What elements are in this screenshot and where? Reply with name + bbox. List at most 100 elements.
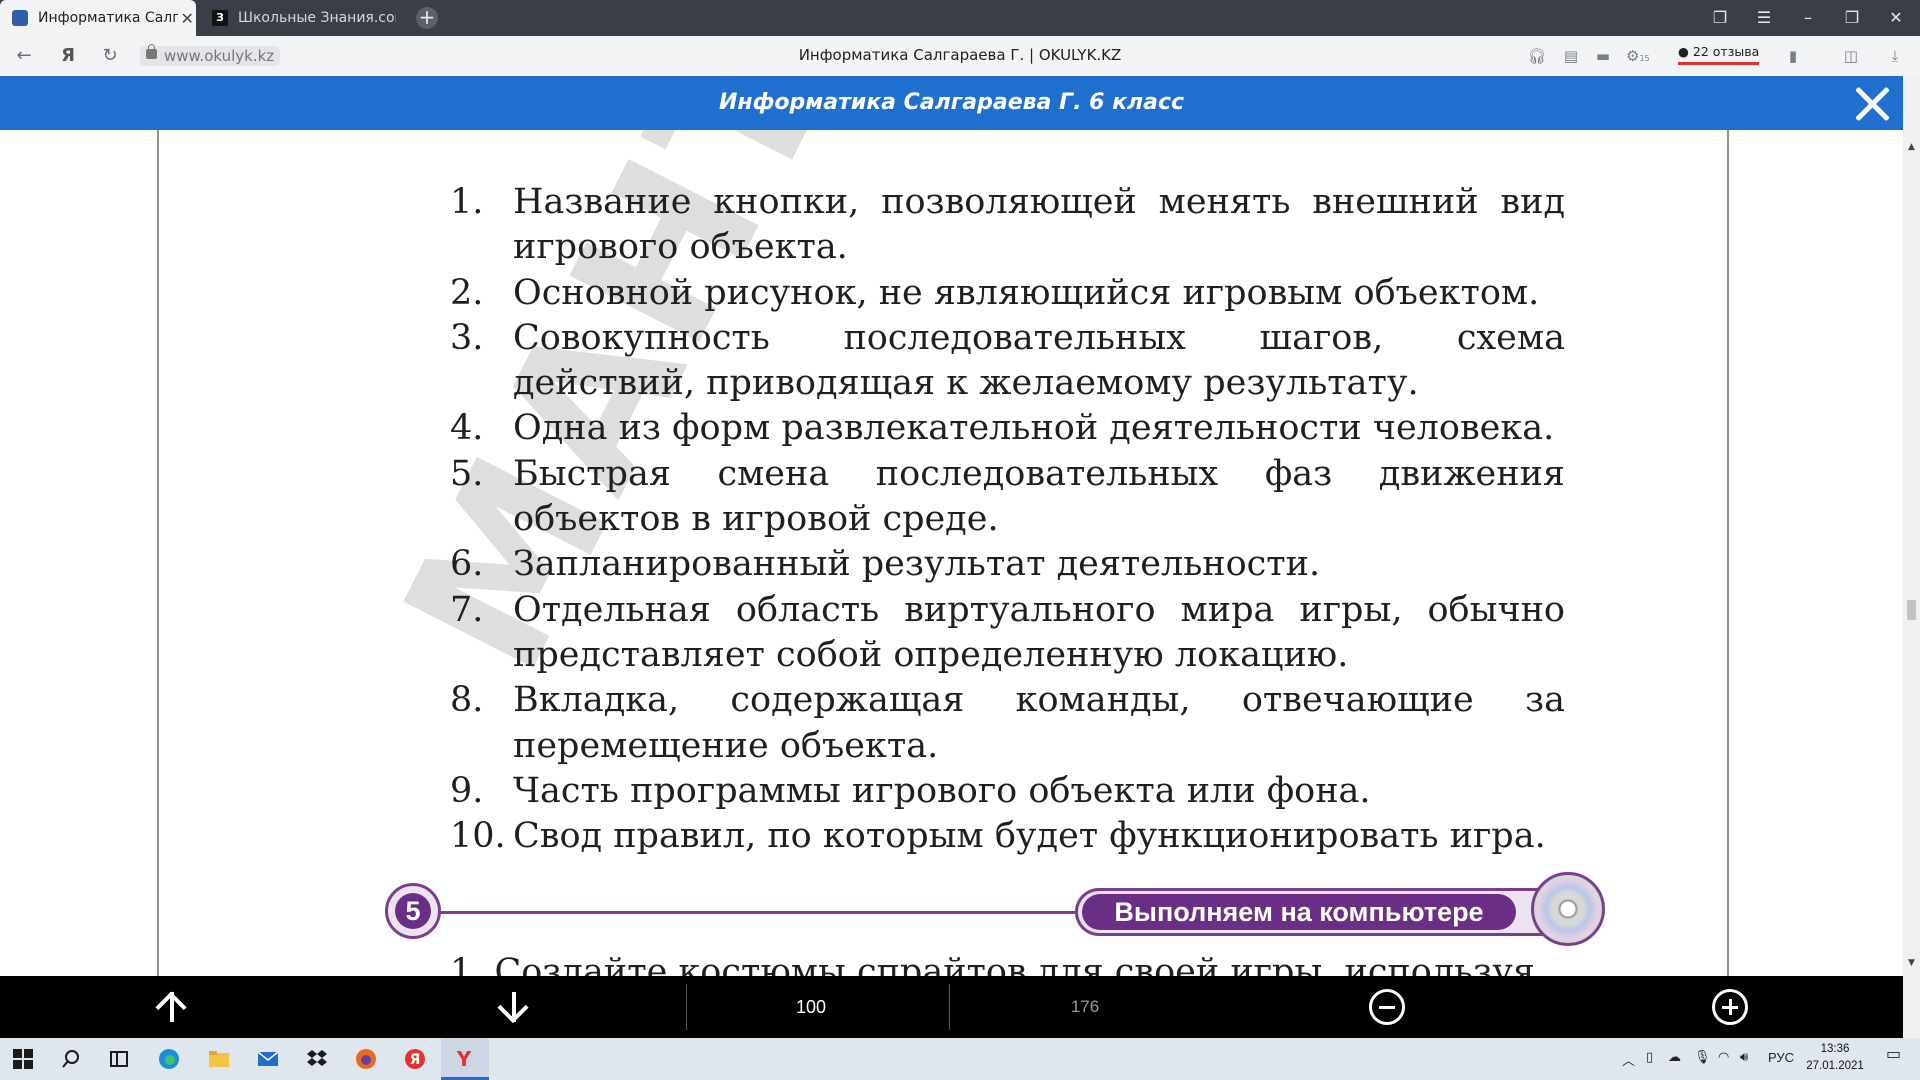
zoom-out-icon[interactable] [1369, 989, 1405, 1025]
scroll-thumb[interactable] [1907, 600, 1916, 620]
scrollbar[interactable]: ▲ ▼ [1903, 76, 1920, 1038]
tabs-overview-icon[interactable]: ❐ [1698, 0, 1742, 36]
search-button[interactable] [48, 1038, 94, 1080]
taskbar-yandex[interactable]: Я [392, 1038, 438, 1080]
reviews-label: 22 отзыва [1692, 44, 1760, 59]
yandex-logo-icon[interactable]: Я [56, 44, 80, 68]
url-text: www.okulyk.kz [164, 47, 275, 65]
show-hidden-icons-icon[interactable]: ︿ [1622, 1050, 1635, 1069]
notifications-icon[interactable]: ▭ [1886, 1044, 1901, 1063]
definition-item: 6. Запланированный результат деятельности… [450, 542, 1565, 587]
section-number: 5 [395, 893, 431, 929]
language-indicator[interactable]: РУС [1768, 1050, 1794, 1065]
scroll-down-icon[interactable]: ▼ [1903, 958, 1920, 968]
tab-title: Информатика Салгарае [38, 10, 179, 26]
taskbar-edge[interactable] [146, 1038, 192, 1080]
yandex-browser-icon: Y [456, 1048, 472, 1070]
definition-number: 7. [450, 589, 484, 630]
extension-icon[interactable]: ⚙15 [1626, 45, 1650, 67]
definition-item: 4. Одна из форм развлекательной деятельно… [450, 406, 1565, 451]
firefox-icon [356, 1049, 376, 1069]
svg-text:Я: Я [410, 1052, 421, 1068]
section-title: Выполняем на компьютере [1114, 897, 1484, 927]
definition-number: 8. [450, 680, 484, 721]
tab-znania[interactable]: З Школьные Знания.com - I [200, 0, 396, 36]
close-viewer-icon[interactable] [1852, 84, 1892, 124]
definition-text: Часть программы игрового объекта или фон… [513, 770, 1371, 811]
next-task-line: 1. Создайте костюмы спрайтов для своей и… [450, 952, 1535, 976]
definition-item: 2. Основной рисунок, не являющийся игровы… [450, 271, 1565, 316]
task-view-button[interactable] [96, 1038, 142, 1080]
section-banner-fill: Выполняем на компьютере [1082, 894, 1516, 930]
start-button[interactable] [0, 1038, 46, 1080]
zoom-in-icon[interactable] [1712, 989, 1748, 1025]
viewer-toolbar: 100 176 [0, 976, 1903, 1038]
microphone-icon[interactable]: 🎙︎ [1694, 1050, 1711, 1065]
close-tab-icon[interactable]: ✕ [178, 9, 196, 28]
taskbar-dropbox[interactable] [294, 1038, 340, 1080]
task-view-icon [110, 1051, 128, 1067]
definition-number: 10. [450, 816, 506, 857]
scroll-up-icon[interactable]: ▲ [1903, 142, 1920, 152]
lock-icon [146, 44, 157, 59]
previous-page-arrow-icon[interactable] [152, 976, 192, 1038]
reader-mode-icon[interactable]: ▤ [1560, 45, 1582, 67]
definition-item: 1. Название кнопки, позволяющей менять вн… [450, 180, 1565, 271]
definition-number: 1. [450, 182, 484, 222]
taskbar-firefox[interactable] [343, 1038, 389, 1080]
tab-title: Школьные Знания.com - I [238, 10, 396, 26]
book-viewer: МАНТИВЭ 1. Название кнопки, позволяющей м… [0, 130, 1903, 976]
znania-favicon-icon: З [212, 10, 228, 26]
reviews-badge[interactable]: ● 22 отзыва [1678, 44, 1760, 65]
onedrive-icon[interactable]: ☁ [1668, 1050, 1681, 1065]
reload-icon[interactable]: ↻ [98, 44, 122, 68]
volume-icon[interactable]: 🔊︎ [1740, 1050, 1748, 1065]
taskbar-explorer[interactable] [196, 1038, 242, 1080]
device-icon[interactable]: ▯ [1646, 1050, 1653, 1065]
new-tab-button[interactable]: + [416, 7, 438, 29]
search-icon [62, 1050, 79, 1068]
definition-number: 6. [450, 544, 484, 585]
page-number-field[interactable]: 100 [686, 976, 936, 1038]
minimize-icon[interactable]: – [1786, 0, 1830, 36]
comment-icon: ● [1678, 44, 1689, 59]
definition-number: 9. [450, 770, 484, 811]
definition-text: Свод правил, по которым будет функционир… [513, 816, 1546, 857]
clock-time: 13:36 [1820, 1043, 1850, 1055]
close-window-icon[interactable]: ✕ [1874, 0, 1918, 36]
definition-text: Быстрая смена последовательных фаз движе… [513, 453, 1565, 540]
definition-text: Название кнопки, позволяющей менять внеш… [513, 182, 1565, 268]
edge-icon [159, 1049, 179, 1069]
windows-logo-icon [13, 1049, 33, 1069]
dropbox-icon [307, 1050, 327, 1066]
definition-number: 5. [450, 453, 484, 494]
next-page-arrow-icon[interactable] [494, 976, 534, 1038]
restore-icon[interactable]: ❐ [1830, 0, 1874, 36]
definition-text: Вкладка, содержащая команды, отвечающие … [513, 680, 1565, 766]
wifi-icon[interactable]: ◠ [1718, 1050, 1729, 1065]
collections-icon[interactable]: ◫ [1840, 45, 1862, 67]
folder-icon [209, 1051, 229, 1067]
download-icon[interactable]: ⤓ [1884, 45, 1906, 67]
url-field[interactable]: www.okulyk.kz [140, 44, 281, 66]
bookmark-icon[interactable]: ▮ [1782, 45, 1804, 67]
section-number-badge: 5 [385, 883, 441, 939]
taskbar-mail[interactable] [245, 1038, 291, 1080]
tab-okulyk[interactable]: Информатика Салгарае ✕ [0, 0, 196, 36]
definition-number: 4. [450, 408, 484, 449]
definition-item: 8. Вкладка, содержащая команды, отвечающи… [450, 678, 1565, 769]
taskbar-yandex-browser[interactable]: Y [441, 1038, 489, 1080]
definition-item: 10. Свод правил, по которым будет функцио… [450, 814, 1565, 859]
viewer-header: Информатика Салгараева Г. 6 класс [0, 76, 1903, 130]
chat-icon[interactable]: ▬ [1592, 45, 1614, 67]
back-arrow-icon[interactable]: ← [12, 44, 36, 68]
menu-icon[interactable]: ☰ [1742, 0, 1786, 36]
headphones-icon[interactable]: 🎧︎ [1526, 45, 1548, 67]
definition-text: Совокупность последовательных шагов, схе… [513, 317, 1565, 404]
section-banner: Выполняем на компьютере [1075, 888, 1577, 936]
clock[interactable]: 13:36 27.01.2021 [1800, 1041, 1870, 1075]
okulyk-favicon-icon [12, 10, 28, 26]
yandex-icon: Я [405, 1049, 425, 1069]
definition-item: 3. Совокупность последовательных шагов, с… [450, 316, 1565, 407]
definition-text: Запланированный результат деятельности. [513, 544, 1321, 585]
